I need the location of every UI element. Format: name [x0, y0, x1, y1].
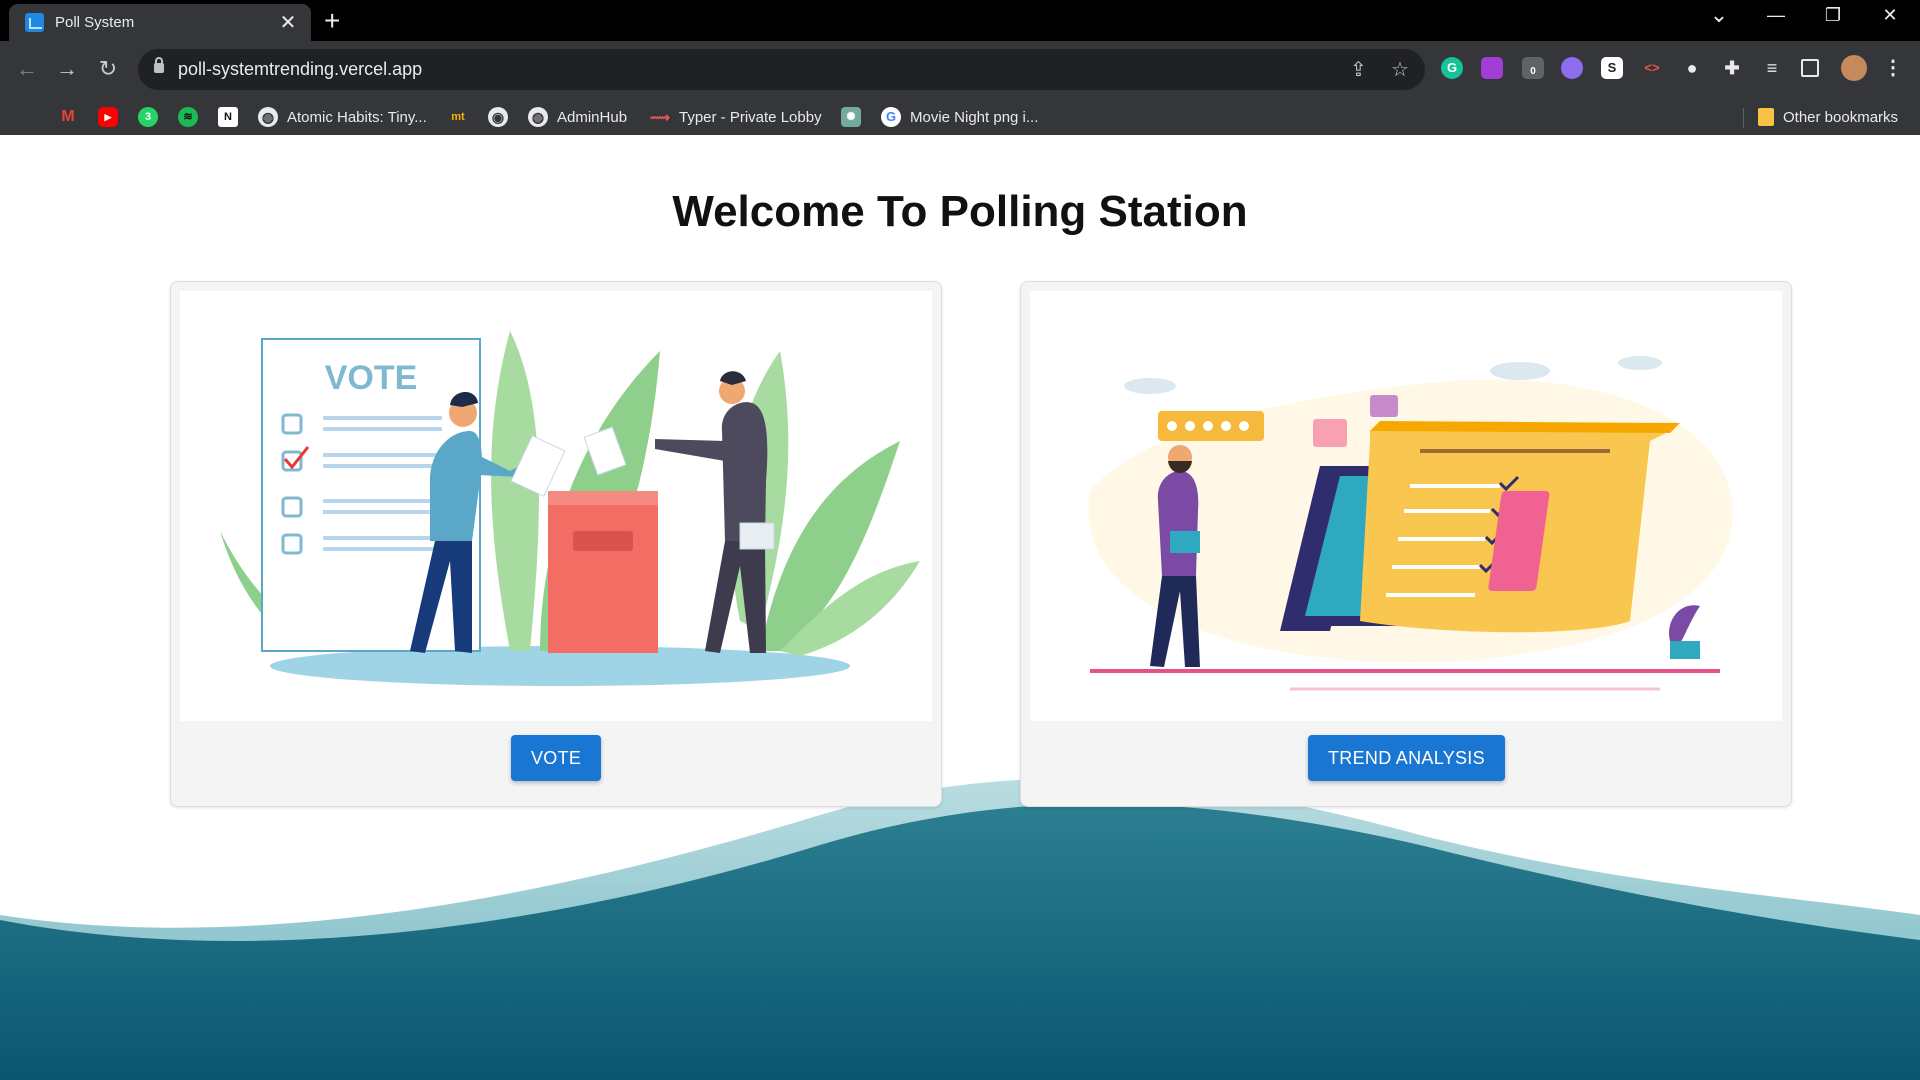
- code-extension-icon[interactable]: <>: [1641, 57, 1663, 79]
- globe-icon: ◍: [258, 107, 278, 127]
- browser-tab[interactable]: Poll System ✕: [9, 4, 311, 41]
- url-text[interactable]: poll-systemtrending.vercel.app: [178, 59, 422, 80]
- spotify-icon: ≋: [178, 107, 198, 127]
- bookmark-star-icon[interactable]: ☆: [1391, 57, 1409, 82]
- tab-title: Poll System: [55, 14, 135, 31]
- bookmark-mt[interactable]: mt: [448, 105, 477, 129]
- bookmark-chatgpt[interactable]: ✺: [841, 105, 870, 129]
- gmail-icon: M: [61, 108, 75, 125]
- google-icon: G: [881, 107, 901, 127]
- globe-icon: ◍: [528, 107, 548, 127]
- page-title: Welcome To Polling Station: [672, 187, 1248, 236]
- extension-icon[interactable]: [1481, 57, 1503, 79]
- minimize-button[interactable]: —: [1756, 5, 1796, 26]
- whatsapp-icon: 3: [138, 107, 158, 127]
- bookmarks-divider: [1743, 108, 1744, 128]
- profile-icon: [18, 107, 38, 127]
- restore-button[interactable]: ❐: [1813, 5, 1853, 26]
- back-button[interactable]: ←: [12, 54, 42, 84]
- lock-icon[interactable]: [154, 57, 164, 73]
- extension-circle-icon[interactable]: ●: [1681, 57, 1703, 79]
- bookmarks-bar: M ▶ 3 ≋ N ◍ Atomic Habits: Tiny... mt ◉ …: [0, 98, 1920, 135]
- folder-icon: [1758, 108, 1774, 126]
- browser-toolbar: ← → ↻ poll-systemtrending.vercel.app ⇪ ☆…: [0, 41, 1920, 98]
- bookmark-notion[interactable]: N: [218, 105, 247, 129]
- bookmark-movie-night[interactable]: G Movie Night png i...: [881, 105, 1038, 129]
- side-panel-icon[interactable]: [1801, 59, 1819, 77]
- tab-search-icon[interactable]: ⌄: [1699, 2, 1739, 28]
- vote-button[interactable]: VOTE: [511, 735, 602, 781]
- chatgpt-icon: ✺: [841, 107, 861, 127]
- extension-s-icon[interactable]: S: [1601, 57, 1623, 79]
- ballot-illustration-icon: VOTE: [220, 331, 920, 686]
- youtube-icon: ▶: [98, 107, 118, 127]
- grammarly-extension-icon[interactable]: G: [1441, 57, 1463, 79]
- forward-button[interactable]: →: [52, 54, 82, 84]
- vote-card: VOTE VOTE: [170, 281, 942, 807]
- bookmark-youtube[interactable]: ▶: [98, 105, 127, 129]
- bookmark-profile[interactable]: [18, 105, 47, 129]
- new-tab-button[interactable]: +: [324, 7, 340, 35]
- other-bookmarks[interactable]: Other bookmarks: [1758, 105, 1898, 129]
- other-bookmarks-label: Other bookmarks: [1783, 108, 1899, 126]
- close-window-button[interactable]: ✕: [1870, 5, 1910, 26]
- extension-badge-icon[interactable]: 0: [1522, 57, 1544, 79]
- bookmark-label: Typer - Private Lobby: [679, 108, 822, 126]
- typer-icon: ⟿: [650, 109, 671, 125]
- menu-kebab-icon[interactable]: ⋮: [1882, 57, 1904, 79]
- close-tab-icon[interactable]: ✕: [277, 12, 299, 34]
- media-queue-icon[interactable]: ≡: [1761, 57, 1783, 79]
- trend-illustration: [1030, 291, 1782, 721]
- ballot-vote-text: VOTE: [325, 359, 418, 397]
- mt-icon: mt: [451, 111, 465, 123]
- notion-icon: N: [218, 107, 238, 127]
- vote-illustration: VOTE: [180, 291, 932, 721]
- bookmark-github[interactable]: ◉: [488, 105, 517, 129]
- bookmark-spotify[interactable]: ≋: [178, 105, 207, 129]
- bookmark-label: Movie Night png i...: [910, 108, 1039, 126]
- github-icon: ◉: [488, 107, 508, 127]
- poll-favicon-icon: [25, 13, 44, 32]
- bookmark-adminhub[interactable]: ◍ AdminHub: [528, 105, 627, 129]
- page-body: Welcome To Polling Station VOTE VOTE TRE…: [0, 135, 1920, 1080]
- extensions-puzzle-icon[interactable]: ✚: [1721, 57, 1743, 79]
- extension-icon[interactable]: [1561, 57, 1583, 79]
- reload-button[interactable]: ↻: [93, 54, 123, 84]
- bookmark-label: Atomic Habits: Tiny...: [287, 108, 427, 126]
- bookmark-gmail[interactable]: M: [58, 105, 87, 129]
- address-bar[interactable]: poll-systemtrending.vercel.app ⇪ ☆: [138, 49, 1425, 90]
- profile-avatar[interactable]: [1841, 55, 1867, 81]
- trend-analysis-button[interactable]: TREND ANALYSIS: [1308, 735, 1505, 781]
- bookmark-typer[interactable]: ⟿ Typer - Private Lobby: [650, 105, 822, 129]
- bookmark-whatsapp[interactable]: 3: [138, 105, 167, 129]
- tab-strip: Poll System ✕ + ⌄ — ❐ ✕: [0, 0, 1920, 41]
- share-icon[interactable]: ⇪: [1350, 57, 1367, 82]
- trend-analysis-card: TREND ANALYSIS: [1020, 281, 1792, 807]
- bookmark-label: AdminHub: [557, 108, 628, 126]
- bookmark-atomic-habits[interactable]: ◍ Atomic Habits: Tiny...: [258, 105, 427, 129]
- survey-illustration-icon: [1088, 356, 1733, 691]
